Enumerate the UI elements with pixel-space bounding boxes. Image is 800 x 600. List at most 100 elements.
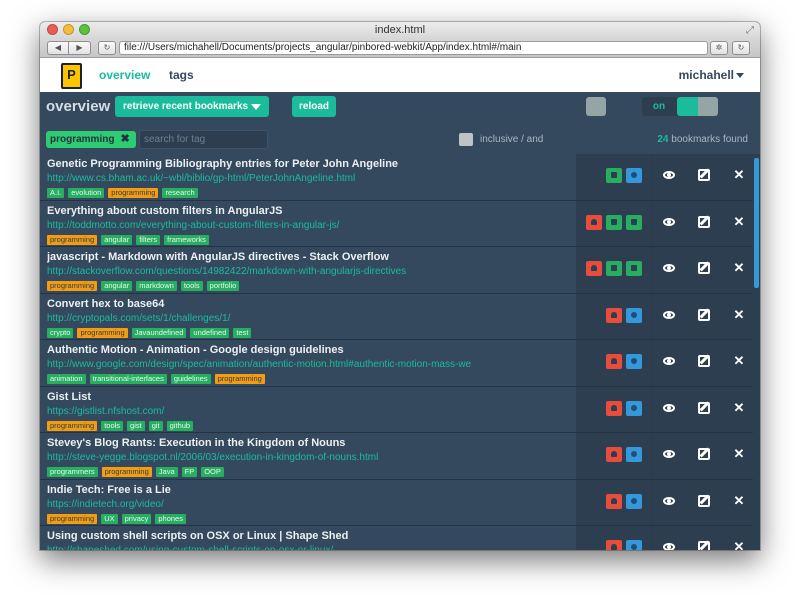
tag-badge[interactable]: filters: [136, 234, 161, 245]
bookmark-title[interactable]: Convert hex to base64: [47, 297, 576, 311]
scrollbar[interactable]: [753, 154, 760, 550]
tag-badge[interactable]: programmers: [47, 467, 98, 477]
unread-icon[interactable]: [626, 540, 642, 550]
bookmark-title[interactable]: Everything about custom filters in Angul…: [47, 204, 576, 218]
shared-icon[interactable]: [606, 261, 622, 276]
retrieve-dropdown[interactable]: retrieve recent bookmarks: [115, 96, 269, 117]
tag-badge[interactable]: angular: [101, 234, 133, 245]
tag-badge[interactable]: evolution: [68, 188, 105, 198]
private-lock-icon[interactable]: [606, 400, 622, 416]
edit-icon[interactable]: [696, 353, 712, 369]
tag-badge[interactable]: transitional-interfaces: [89, 374, 167, 384]
tag-badge[interactable]: programming: [47, 513, 98, 524]
edit-icon[interactable]: [696, 493, 712, 509]
tag-badge[interactable]: programming: [77, 327, 128, 338]
private-lock-icon[interactable]: [606, 447, 622, 462]
forward-button[interactable]: ▶: [69, 41, 91, 55]
bookmark-url[interactable]: http://www.cs.bham.ac.uk/~wbl/biblio/gp-…: [47, 172, 576, 185]
bookmark-title[interactable]: Indie Tech: Free is a Lie: [47, 483, 576, 497]
private-lock-icon[interactable]: [606, 493, 622, 509]
shared-icon[interactable]: [606, 214, 622, 230]
nav-overview[interactable]: overview: [99, 68, 150, 82]
view-icon[interactable]: [661, 214, 677, 230]
bookmark-url[interactable]: https://indietech.org/video/: [47, 498, 576, 511]
tag-badge[interactable]: programming: [47, 281, 98, 291]
tag-badge[interactable]: portfolio: [206, 281, 240, 291]
delete-icon[interactable]: ✕: [731, 353, 747, 369]
active-tag-chip[interactable]: programming ✖: [46, 131, 136, 148]
reload-page-icon[interactable]: ↻: [732, 41, 750, 55]
user-menu[interactable]: michahell: [679, 68, 734, 82]
bookmark-title[interactable]: Using custom shell scripts on OSX or Lin…: [47, 529, 576, 543]
zoom-window-button[interactable]: [79, 24, 90, 35]
delete-icon[interactable]: ✕: [731, 260, 747, 276]
tag-badge[interactable]: programming: [47, 420, 98, 431]
shared-icon[interactable]: [626, 261, 642, 276]
tag-badge[interactable]: crypto: [47, 327, 74, 338]
view-icon[interactable]: [661, 400, 677, 416]
bookmark-title[interactable]: Gist List: [47, 390, 576, 404]
tag-badge[interactable]: FP: [181, 467, 198, 477]
unread-icon[interactable]: [626, 354, 642, 369]
bookmark-url[interactable]: http://toddmotto.com/everything-about-cu…: [47, 219, 576, 232]
bookmark-title[interactable]: Stevey's Blog Rants: Execution in the Ki…: [47, 436, 576, 450]
edit-icon[interactable]: [696, 214, 712, 230]
shared-icon[interactable]: [626, 214, 642, 230]
edit-icon[interactable]: [696, 307, 712, 323]
nav-tags[interactable]: tags: [169, 68, 194, 82]
tag-badge[interactable]: programming: [108, 188, 159, 198]
view-icon[interactable]: [661, 307, 677, 323]
unread-icon[interactable]: [626, 447, 642, 462]
bookmark-title[interactable]: javascript - Markdown with AngularJS dir…: [47, 250, 576, 264]
inclusive-checkbox[interactable]: [459, 133, 473, 146]
gray-toggle-button[interactable]: [586, 97, 606, 116]
bookmark-title[interactable]: Genetic Programming Bibliography entries…: [47, 157, 576, 171]
private-lock-icon[interactable]: [606, 354, 622, 369]
delete-icon[interactable]: ✕: [731, 539, 747, 550]
refresh-button[interactable]: ↻: [98, 41, 116, 55]
delete-icon[interactable]: ✕: [731, 307, 747, 323]
bookmark-url[interactable]: http://www.google.com/design/spec/animat…: [47, 358, 576, 371]
tag-badge[interactable]: UX: [101, 513, 118, 524]
pinbored-logo[interactable]: P: [61, 63, 82, 89]
edit-icon[interactable]: [696, 167, 712, 183]
view-icon[interactable]: [661, 446, 677, 462]
tag-search-input[interactable]: [139, 130, 268, 149]
edit-icon[interactable]: [696, 539, 712, 550]
on-off-switch[interactable]: on: [642, 97, 718, 116]
remove-tag-icon[interactable]: ✖: [120, 131, 129, 148]
tag-badge[interactable]: programming: [47, 234, 98, 245]
tag-badge[interactable]: undefined: [190, 327, 230, 338]
bookmark-url[interactable]: http://stackoverflow.com/questions/14982…: [47, 265, 576, 278]
settings-icon[interactable]: ✲: [710, 41, 728, 55]
private-lock-icon[interactable]: [586, 261, 602, 276]
bookmark-url[interactable]: http://cryptopals.com/sets/1/challenges/…: [47, 312, 576, 325]
edit-icon[interactable]: [696, 260, 712, 276]
tag-badge[interactable]: privacy: [121, 513, 152, 524]
tag-badge[interactable]: frameworks: [164, 234, 209, 245]
tag-badge[interactable]: Javaundefined: [131, 327, 187, 338]
unread-icon[interactable]: [626, 168, 642, 183]
bookmark-url[interactable]: http://steve-yegge.blogspot.nl/2006/03/e…: [47, 451, 576, 464]
scrollbar-thumb[interactable]: [754, 158, 759, 288]
tag-badge[interactable]: guidelines: [170, 374, 211, 384]
address-bar[interactable]: file:///Users/michahell/Documents/projec…: [119, 41, 708, 55]
view-icon[interactable]: [661, 539, 677, 550]
view-icon[interactable]: [661, 260, 677, 276]
bookmark-title[interactable]: Authentic Motion - Animation - Google de…: [47, 343, 576, 357]
tag-badge[interactable]: angular: [101, 281, 133, 291]
bookmark-url[interactable]: http://shapeshed.com/using-custom-shell-…: [47, 544, 576, 550]
reload-button[interactable]: reload: [292, 96, 336, 117]
fullscreen-icon[interactable]: ⤢: [746, 23, 754, 39]
tag-badge[interactable]: github: [166, 420, 194, 431]
bookmark-url[interactable]: https://gistlist.nfshost.com/: [47, 405, 576, 418]
tag-badge[interactable]: OOP: [201, 467, 224, 477]
tag-badge[interactable]: animation: [47, 374, 86, 384]
tag-badge[interactable]: gist: [127, 420, 145, 431]
edit-icon[interactable]: [696, 400, 712, 416]
private-lock-icon[interactable]: [606, 540, 622, 550]
view-icon[interactable]: [661, 167, 677, 183]
unread-icon[interactable]: [626, 307, 642, 323]
close-window-button[interactable]: [47, 24, 58, 35]
delete-icon[interactable]: ✕: [731, 493, 747, 509]
